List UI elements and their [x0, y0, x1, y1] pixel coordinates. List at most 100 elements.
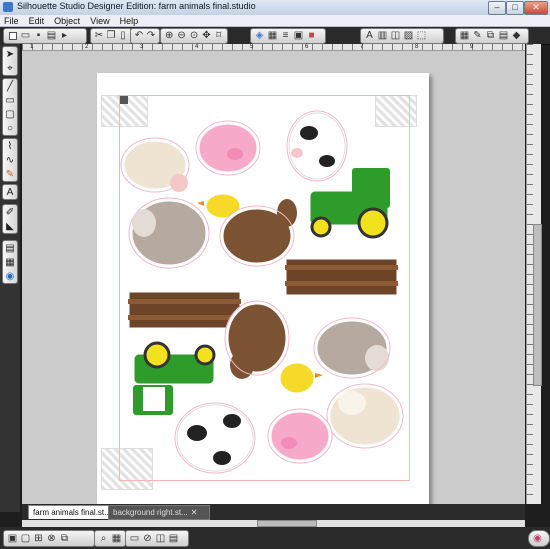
text-style-icon[interactable]: ▣ [293, 31, 304, 42]
registration-icon[interactable]: ▦ [459, 31, 470, 42]
layers-icon[interactable]: ▦ [3, 255, 17, 269]
rounded-rect-icon[interactable]: ▢ [3, 107, 17, 121]
redo-icon[interactable]: ↷ [146, 31, 156, 42]
grid-icon[interactable]: ▦ [111, 533, 122, 544]
ruler-label: 9 [470, 44, 474, 50]
chick-sticker-2[interactable] [277, 360, 323, 396]
document-tab-bar: farm animals final.st... background righ… [22, 504, 525, 520]
replicate-icon[interactable]: ▥ [377, 31, 388, 42]
vertical-scroll-thumb[interactable] [533, 224, 542, 386]
pig-sticker-2[interactable] [267, 408, 333, 464]
zoom-select-icon[interactable]: ⊙ [189, 31, 199, 42]
cut-toolbar-group: ▦ ✎ ⧉ ▤ ◆ [455, 28, 529, 44]
text-icon[interactable]: A [364, 31, 375, 42]
new-icon[interactable] [7, 31, 18, 42]
text-tool-icon[interactable]: A [3, 185, 17, 199]
offset-bottom-icon[interactable]: ◫ [155, 533, 166, 544]
rectangle-icon[interactable]: ▭ [3, 93, 17, 107]
close-tab-icon[interactable]: ✕ [191, 508, 198, 517]
zoom-out-icon[interactable]: ⊖ [176, 31, 186, 42]
weld-icon[interactable]: ⊗ [46, 533, 57, 544]
tab-label: farm animals final.st... [33, 508, 111, 517]
ruler-label: 3 [140, 44, 144, 50]
select-icon[interactable]: ➤ [3, 47, 17, 61]
color-wheel-icon[interactable]: ◉ [532, 533, 543, 544]
copy-icon[interactable]: ❐ [106, 31, 116, 42]
object-toolbar-group: A ▥ ◫ ▨ ⬚ [360, 28, 444, 44]
trace-icon[interactable]: ▨ [403, 31, 414, 42]
menu-help[interactable]: Help [120, 16, 139, 27]
menu-file[interactable]: File [4, 16, 19, 27]
line-style-icon[interactable]: ≡ [280, 31, 291, 42]
design-store-icon[interactable]: ⧉ [485, 31, 496, 42]
arrange-icon[interactable]: ⧉ [59, 533, 70, 544]
cut-style-icon[interactable]: ▭ [129, 533, 140, 544]
send-to-silhouette-icon[interactable]: ▸ [59, 31, 70, 42]
fill-pattern-icon[interactable]: ■ [306, 31, 317, 42]
farm-artwork [120, 110, 404, 474]
fence-sticker-left[interactable] [126, 289, 243, 331]
cutting-mat-page[interactable] [97, 73, 429, 505]
horizontal-scroll-thumb[interactable] [257, 520, 317, 527]
no-cut-icon[interactable]: ⊘ [142, 533, 153, 544]
polygon-icon[interactable]: ⌇ [3, 139, 17, 153]
open-icon[interactable]: ▭ [20, 31, 31, 42]
pig-sticker[interactable] [195, 120, 261, 176]
fence-sticker-right[interactable] [283, 256, 400, 298]
fit-page-icon[interactable]: ⌑ [214, 31, 224, 42]
save-icon[interactable]: ▪ [33, 31, 44, 42]
line-color-icon[interactable]: ▦ [267, 31, 278, 42]
store-icon[interactable]: ◉ [3, 269, 17, 283]
curve-icon[interactable]: ∿ [3, 153, 17, 167]
zoom-in-icon[interactable]: ⊕ [164, 31, 174, 42]
menu-edit[interactable]: Edit [29, 16, 45, 27]
cut-settings-icon[interactable]: ✎ [472, 31, 483, 42]
ruler-label: 1 [30, 44, 34, 50]
paste-icon[interactable]: ▯ [118, 31, 128, 42]
library-icon[interactable]: ▤ [498, 31, 509, 42]
minimize-button[interactable]: – [488, 1, 506, 15]
close-button[interactable]: ✕ [524, 1, 548, 15]
goat-sticker-rotated[interactable] [313, 317, 391, 379]
ellipse-icon[interactable]: ○ [3, 121, 17, 135]
knife-icon[interactable]: ◣ [3, 219, 17, 233]
page-setup-icon[interactable]: ▤ [168, 533, 179, 544]
freehand-icon[interactable]: ✎ [3, 167, 17, 181]
ungroup-icon[interactable]: ▢ [20, 533, 31, 544]
vertical-scrollbar[interactable] [526, 44, 542, 504]
eraser-icon[interactable]: ✐ [3, 205, 17, 219]
window-title: Silhouette Studio Designer Edition: farm… [17, 1, 256, 11]
sheep-sticker-2[interactable] [326, 383, 404, 449]
undo-icon[interactable]: ↶ [134, 31, 144, 42]
tab-farm-animals[interactable]: farm animals final.st... [28, 505, 116, 519]
magnify-icon[interactable]: ⌕ [98, 533, 109, 544]
print-icon[interactable]: ▤ [46, 31, 57, 42]
edit-points-icon[interactable]: ⌖ [3, 61, 17, 75]
cut-icon[interactable]: ✂ [94, 31, 104, 42]
transform-icon[interactable]: ⬚ [416, 31, 427, 42]
sheep-sticker[interactable] [120, 137, 190, 193]
horizontal-scrollbar[interactable] [22, 520, 525, 527]
tab-background-right[interactable]: background right.st... ✕ [108, 505, 210, 520]
send-icon[interactable]: ◆ [511, 31, 522, 42]
app-icon [3, 2, 13, 12]
maximize-button[interactable]: □ [506, 1, 524, 15]
cow-sticker-2[interactable] [174, 402, 256, 474]
group-icon[interactable]: ▣ [7, 533, 18, 544]
menu-object[interactable]: Object [54, 16, 80, 27]
zoom-toolbar-group: ⊕ ⊖ ⊙ ✥ ⌑ [160, 28, 228, 44]
offset-icon[interactable]: ◫ [390, 31, 401, 42]
menu-view[interactable]: View [90, 16, 109, 27]
menu-bar: File Edit Object View Help [0, 15, 550, 27]
fill-color-icon[interactable]: ◈ [254, 31, 265, 42]
library-panel-icon[interactable]: ▤ [3, 241, 17, 255]
align-icon[interactable]: ⊞ [33, 533, 44, 544]
goat-sticker[interactable] [128, 197, 210, 269]
pan-icon[interactable]: ✥ [201, 31, 211, 42]
ruler-label: 8 [415, 44, 419, 50]
line-icon[interactable]: ╱ [3, 79, 17, 93]
cow-sticker[interactable] [286, 110, 348, 182]
horse-sticker-rotated[interactable] [224, 300, 290, 379]
ruler-label: 2 [85, 44, 89, 50]
text-tools: A [2, 184, 18, 200]
